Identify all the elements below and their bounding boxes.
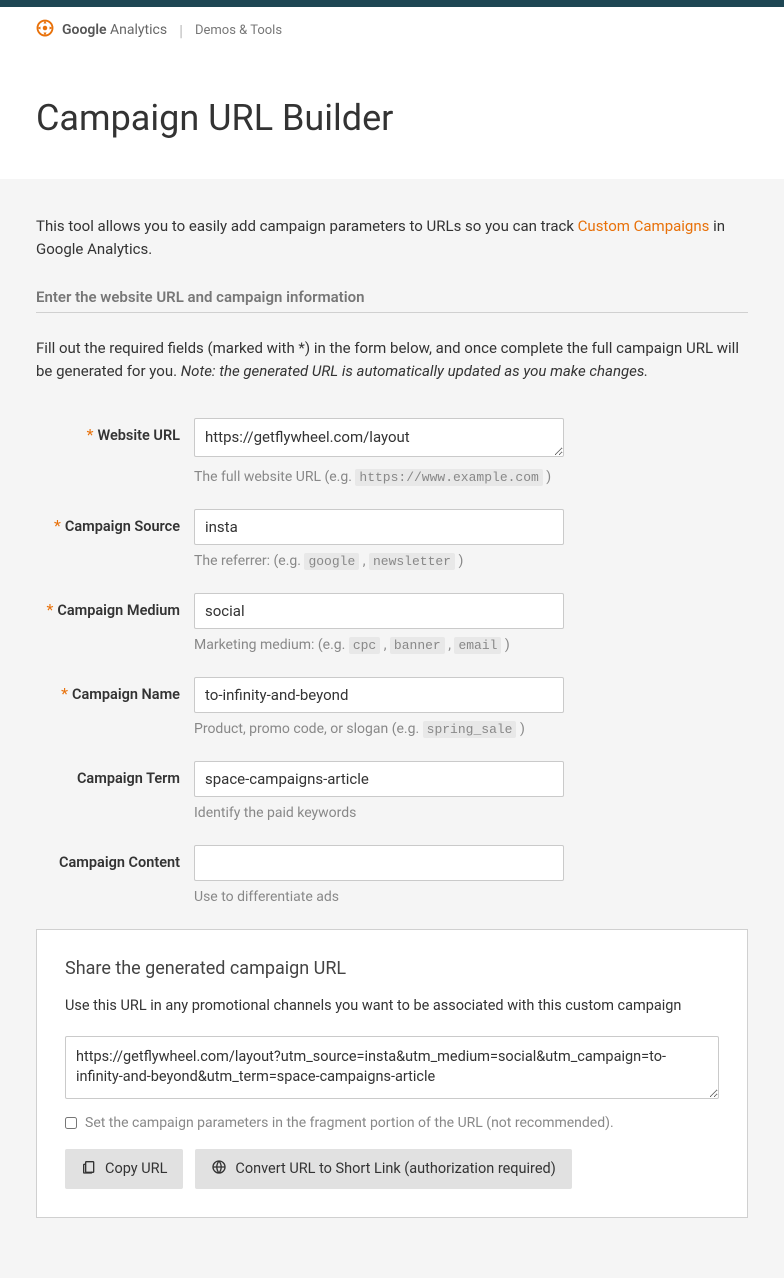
share-title: Share the generated campaign URL	[65, 958, 719, 979]
demos-tools-link[interactable]: Demos & Tools	[195, 23, 282, 38]
field-campaign-medium: *Campaign Medium Marketing medium: (e.g.…	[36, 593, 748, 653]
divider-pipe: |	[179, 21, 183, 40]
label-campaign-term: Campaign Term	[77, 770, 180, 787]
fragment-checkbox-row: Set the campaign parameters in the fragm…	[65, 1115, 719, 1131]
input-campaign-source[interactable]	[194, 509, 564, 545]
field-campaign-content: Campaign Content Use to differentiate ad…	[36, 845, 748, 905]
helper-campaign-medium: Marketing medium: (e.g. cpc , banner , e…	[194, 637, 564, 653]
input-campaign-term[interactable]	[194, 761, 564, 797]
copy-url-button[interactable]: Copy URL	[65, 1149, 183, 1189]
clipboard-icon	[81, 1159, 97, 1179]
custom-campaigns-link[interactable]: Custom Campaigns	[578, 217, 710, 235]
helper-campaign-source: The referrer: (e.g. google , newsletter …	[194, 553, 564, 569]
label-campaign-source: Campaign Source	[65, 518, 180, 535]
instructions: Fill out the required fields (marked wit…	[36, 337, 748, 382]
field-campaign-term: Campaign Term Identify the paid keywords	[36, 761, 748, 821]
convert-shortlink-button[interactable]: Convert URL to Short Link (authorization…	[195, 1149, 571, 1189]
helper-campaign-name: Product, promo code, or slogan (e.g. spr…	[194, 721, 564, 737]
field-campaign-name: *Campaign Name Product, promo code, or s…	[36, 677, 748, 737]
copy-url-label: Copy URL	[105, 1160, 167, 1177]
brand-analytics: Analytics	[110, 22, 167, 38]
field-website-url: *Website URL https://getflywheel.com/lay…	[36, 418, 748, 485]
section-heading: Enter the website URL and campaign infor…	[36, 288, 748, 313]
intro-text: This tool allows you to easily add campa…	[36, 215, 748, 260]
label-campaign-name: Campaign Name	[72, 686, 180, 703]
label-website-url: Website URL	[97, 427, 180, 444]
helper-campaign-term: Identify the paid keywords	[194, 805, 564, 821]
required-marker: *	[54, 516, 61, 535]
content-wrap: This tool allows you to easily add campa…	[0, 179, 784, 1278]
label-campaign-medium: Campaign Medium	[57, 602, 180, 619]
required-marker: *	[87, 425, 94, 444]
share-box: Share the generated campaign URL Use thi…	[36, 929, 748, 1218]
input-campaign-content[interactable]	[194, 845, 564, 881]
fragment-checkbox[interactable]	[65, 1117, 77, 1129]
title-section: Campaign URL Builder	[0, 53, 784, 179]
top-accent-bar	[0, 0, 784, 7]
brand-text: Google Analytics	[62, 22, 167, 38]
page-title: Campaign URL Builder	[36, 97, 748, 139]
header: Google Analytics | Demos & Tools	[0, 7, 784, 53]
convert-shortlink-label: Convert URL to Short Link (authorization…	[235, 1160, 555, 1177]
fragment-checkbox-label: Set the campaign parameters in the fragm…	[85, 1115, 614, 1131]
required-marker: *	[61, 684, 68, 703]
analytics-logo-icon	[36, 19, 54, 41]
input-campaign-medium[interactable]	[194, 593, 564, 629]
required-marker: *	[46, 600, 53, 619]
helper-campaign-content: Use to differentiate ads	[194, 889, 564, 905]
input-website-url[interactable]: https://getflywheel.com/layout	[194, 418, 564, 457]
button-row: Copy URL Convert URL to Short Link (auth…	[65, 1149, 719, 1189]
helper-website-url: The full website URL (e.g. https://www.e…	[194, 469, 564, 485]
input-campaign-name[interactable]	[194, 677, 564, 713]
field-campaign-source: *Campaign Source The referrer: (e.g. goo…	[36, 509, 748, 569]
share-desc: Use this URL in any promotional channels…	[65, 997, 719, 1014]
generated-url-textarea[interactable]: https://getflywheel.com/layout?utm_sourc…	[65, 1036, 719, 1099]
brand-google: Google	[62, 22, 107, 38]
link-icon	[211, 1159, 227, 1179]
label-campaign-content: Campaign Content	[59, 854, 180, 871]
